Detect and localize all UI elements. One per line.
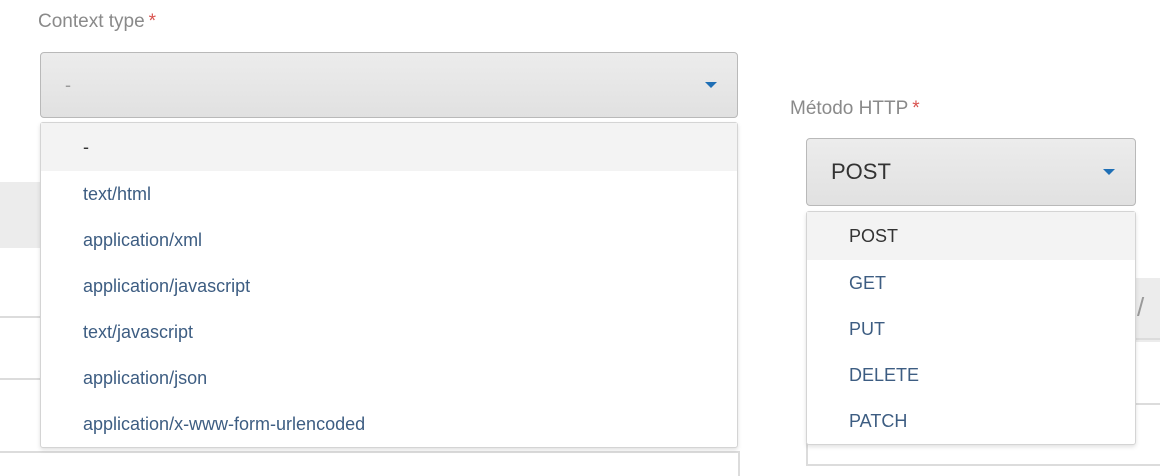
context-type-label-text: Context type: [38, 11, 145, 32]
dropdown-option[interactable]: application/x-www-form-urlencoded: [41, 401, 737, 447]
context-type-dropdown: - text/html application/xml application/…: [40, 122, 738, 448]
dropdown-option[interactable]: PUT: [807, 306, 1135, 352]
chevron-down-icon: [1103, 169, 1115, 175]
required-asterisk: *: [912, 98, 920, 119]
dropdown-option[interactable]: application/javascript: [41, 263, 737, 309]
dropdown-option[interactable]: PATCH: [807, 398, 1135, 444]
dropdown-option[interactable]: POST: [807, 212, 1135, 260]
background-divider-left-1: [0, 316, 40, 318]
context-type-label: Context type *: [38, 10, 156, 34]
background-field-bottom-right: [806, 464, 1160, 466]
background-partial-text: /: [1137, 292, 1145, 322]
dropdown-option[interactable]: DELETE: [807, 352, 1135, 398]
background-divider-right-2: [1136, 403, 1160, 405]
dropdown-option[interactable]: application/xml: [41, 217, 737, 263]
http-method-select[interactable]: POST: [806, 138, 1136, 206]
context-type-select[interactable]: -: [40, 52, 738, 118]
dropdown-option[interactable]: application/json: [41, 355, 737, 401]
background-field-bottom: [0, 451, 740, 453]
dropdown-option[interactable]: text/html: [41, 171, 737, 217]
http-method-selected-value: POST: [831, 159, 891, 184]
background-panel-left: [0, 182, 40, 248]
http-method-label: Método HTTP *: [790, 97, 920, 121]
background-divider-right-1: [1136, 338, 1160, 340]
context-type-selected-value: -: [65, 74, 71, 95]
dropdown-option[interactable]: GET: [807, 260, 1135, 306]
dropdown-option[interactable]: -: [41, 123, 737, 171]
required-asterisk: *: [148, 11, 157, 32]
dropdown-option[interactable]: text/javascript: [41, 309, 737, 355]
http-method-label-text: Método HTTP: [790, 98, 909, 119]
background-field-right-edge: [738, 451, 740, 476]
chevron-down-icon: [705, 82, 717, 88]
background-divider-left-2: [0, 378, 40, 380]
background-field-left-edge-right: [806, 443, 808, 466]
http-method-dropdown: POST GET PUT DELETE PATCH: [806, 211, 1136, 445]
